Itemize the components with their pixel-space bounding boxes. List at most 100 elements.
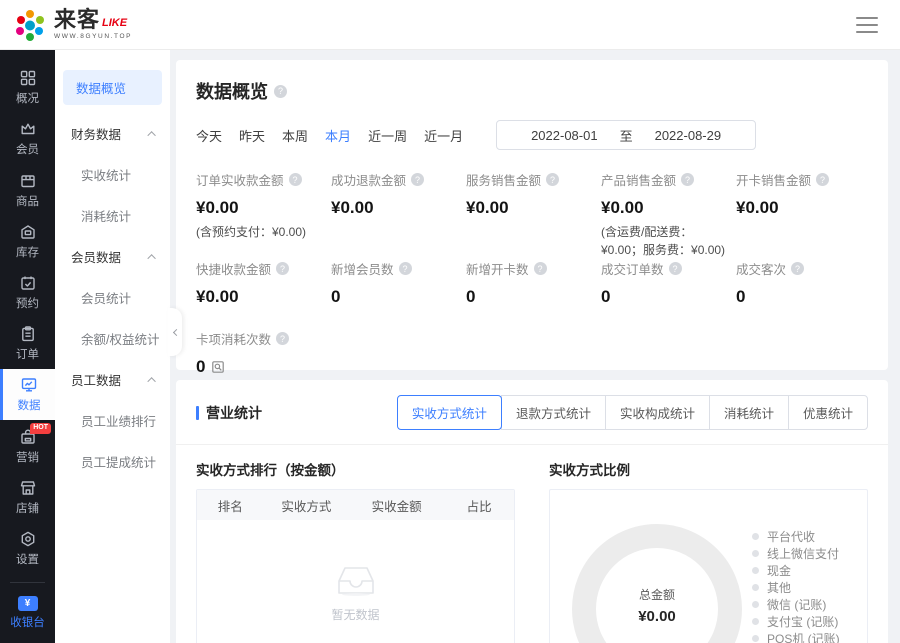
help-icon[interactable] bbox=[399, 262, 412, 275]
quick-filter-last-week[interactable]: 近一周 bbox=[368, 126, 407, 145]
sidebar-item-marketing[interactable]: HOT 营销 bbox=[0, 420, 55, 471]
quick-filter-today[interactable]: 今天 bbox=[196, 126, 222, 145]
sidebar-item-inventory[interactable]: 库存 bbox=[0, 216, 55, 267]
proportion-title: 实收方式比例 bbox=[549, 459, 868, 479]
help-icon[interactable] bbox=[669, 262, 682, 275]
sidebar-item-settings[interactable]: 设置 bbox=[0, 523, 55, 574]
help-icon[interactable] bbox=[816, 173, 829, 186]
column-method: 实收方式 bbox=[264, 496, 350, 515]
column-ratio: 占比 bbox=[444, 496, 514, 515]
menu-toggle-icon[interactable] bbox=[856, 17, 878, 33]
sidebar-item-label: 收银台 bbox=[10, 614, 45, 630]
data-overview-card: 数据概览 今天 昨天 本周 本月 近一周 近一月 2022-08-01 至 20… bbox=[176, 60, 888, 370]
submenu-item-member-stats[interactable]: 会员统计 bbox=[55, 277, 170, 318]
tab-discount[interactable]: 优惠统计 bbox=[788, 395, 868, 430]
tab-refund-method[interactable]: 退款方式统计 bbox=[501, 395, 606, 430]
donut-center-label: 总金额 bbox=[639, 586, 675, 603]
date-end: 2022-08-29 bbox=[655, 128, 722, 143]
hot-badge: HOT bbox=[30, 423, 51, 433]
sidebar-item-orders[interactable]: 订单 bbox=[0, 318, 55, 369]
help-icon[interactable] bbox=[534, 262, 547, 275]
tab-consumption[interactable]: 消耗统计 bbox=[709, 395, 789, 430]
stat-value: 0 bbox=[331, 287, 466, 307]
secondary-sidebar: 数据概览 财务数据 实收统计 消耗统计 会员数据 会员统计 余额/权益统计 员工… bbox=[55, 50, 170, 643]
sidebar-collapse-handle[interactable] bbox=[168, 308, 182, 356]
legend-item[interactable]: 其他 bbox=[752, 581, 840, 593]
stat-order-income: 订单实收款金额 ¥0.00 (含预约支付：¥0.00) bbox=[196, 170, 331, 259]
stat-value: ¥0.00 bbox=[196, 198, 331, 218]
legend-item[interactable]: 平台代收 bbox=[752, 530, 840, 542]
stat-product-sales: 产品销售金额 ¥0.00 (含运费/配送费：¥0.00；服务费：¥0.00) bbox=[601, 170, 736, 259]
submenu-group-members[interactable]: 会员数据 bbox=[55, 236, 170, 277]
sidebar-item-shop[interactable]: 店铺 bbox=[0, 472, 55, 523]
help-icon[interactable] bbox=[546, 173, 559, 186]
stat-value: ¥0.00 bbox=[196, 287, 331, 307]
legend-item[interactable]: 支付宝 (记账) bbox=[752, 615, 840, 627]
warehouse-icon bbox=[19, 223, 37, 241]
section-accent-bar bbox=[196, 406, 199, 420]
quick-filter-this-week[interactable]: 本周 bbox=[282, 126, 308, 145]
submenu-item-staff-ranking[interactable]: 员工业绩排行 bbox=[55, 400, 170, 441]
sidebar-item-label: 预约 bbox=[16, 295, 39, 311]
submenu-item-data-overview[interactable]: 数据概览 bbox=[63, 70, 162, 105]
submenu-item-staff-commission[interactable]: 员工提成统计 bbox=[55, 441, 170, 482]
submenu-item-income-stats[interactable]: 实收统计 bbox=[55, 154, 170, 195]
sidebar-item-members[interactable]: 会员 bbox=[0, 113, 55, 164]
quick-filter-this-month[interactable]: 本月 bbox=[325, 126, 351, 145]
stat-value: 0 bbox=[466, 287, 601, 307]
date-start: 2022-08-01 bbox=[531, 128, 598, 143]
legend-item[interactable]: 现金 bbox=[752, 564, 840, 576]
help-icon[interactable] bbox=[276, 332, 289, 345]
help-icon[interactable] bbox=[276, 262, 289, 275]
submenu-item-balance-stats[interactable]: 余额/权益统计 bbox=[55, 318, 170, 359]
section-title: 营业统计 bbox=[206, 403, 262, 423]
submenu-item-consume-stats[interactable]: 消耗统计 bbox=[55, 195, 170, 236]
tab-income-composition[interactable]: 实收构成统计 bbox=[605, 395, 710, 430]
crown-icon bbox=[19, 120, 37, 138]
submenu-group-finance[interactable]: 财务数据 bbox=[55, 113, 170, 154]
sidebar-item-products[interactable]: 商品 bbox=[0, 164, 55, 215]
stat-value: 0 bbox=[736, 287, 868, 307]
page-title: 数据概览 bbox=[196, 78, 268, 104]
legend-dot bbox=[752, 567, 759, 574]
sidebar-item-cashier[interactable]: ¥ 收银台 bbox=[0, 589, 55, 637]
quick-filter-yesterday[interactable]: 昨天 bbox=[239, 126, 265, 145]
help-icon[interactable] bbox=[791, 262, 804, 275]
tab-income-method[interactable]: 实收方式统计 bbox=[397, 395, 502, 430]
donut-chart: 总金额 ¥0.00 平台代收 线上微信支付 现金 其他 微信 (记账) 支付宝 … bbox=[549, 489, 868, 643]
submenu-group-staff[interactable]: 员工数据 bbox=[55, 359, 170, 400]
date-separator: 至 bbox=[620, 126, 633, 145]
help-icon[interactable] bbox=[274, 85, 287, 98]
legend-item[interactable]: POS机 (记账) bbox=[752, 632, 840, 643]
column-rank: 排名 bbox=[197, 496, 264, 515]
business-statistics-card: 营业统计 实收方式统计 退款方式统计 实收构成统计 消耗统计 优惠统计 实收方式… bbox=[176, 380, 888, 643]
legend-dot bbox=[752, 618, 759, 625]
legend-item[interactable]: 微信 (记账) bbox=[752, 598, 840, 610]
sidebar-item-overview[interactable]: 概况 bbox=[0, 62, 55, 113]
chevron-up-icon bbox=[147, 131, 155, 139]
chevron-up-icon bbox=[147, 377, 155, 385]
ranking-table: 排名 实收方式 实收金额 占比 暂无数据 bbox=[196, 489, 515, 643]
empty-inbox-icon bbox=[333, 562, 379, 596]
stat-value: ¥0.00 bbox=[466, 198, 601, 218]
help-icon[interactable] bbox=[411, 173, 424, 186]
stat-value: 0 bbox=[601, 287, 736, 307]
stat-service-sales: 服务销售金额 ¥0.00 bbox=[466, 170, 601, 259]
sidebar-item-bookings[interactable]: 预约 bbox=[0, 267, 55, 318]
stat-quick-payment: 快捷收款金额 ¥0.00 bbox=[196, 259, 331, 325]
sidebar-item-label: 数据 bbox=[18, 397, 41, 413]
sidebar-item-label: 概况 bbox=[16, 90, 39, 106]
column-amount: 实收金额 bbox=[349, 496, 444, 515]
consume-detail-icon[interactable] bbox=[211, 360, 225, 374]
page: 来客 LIKE WWW.8GYUN.TOP 概况 会员 商品 库存 预约 bbox=[0, 0, 900, 643]
help-icon[interactable] bbox=[681, 173, 694, 186]
legend-item[interactable]: 线上微信支付 bbox=[752, 547, 840, 559]
stat-card-consumption: 卡项消耗次数 0 bbox=[196, 329, 331, 377]
stat-value: ¥0.00 bbox=[736, 198, 868, 218]
clipboard-icon bbox=[19, 325, 37, 343]
help-icon[interactable] bbox=[289, 173, 302, 186]
table-header-row: 排名 实收方式 实收金额 占比 bbox=[197, 490, 514, 520]
quick-filter-last-month[interactable]: 近一月 bbox=[424, 126, 463, 145]
date-range-input[interactable]: 2022-08-01 至 2022-08-29 bbox=[496, 120, 756, 150]
sidebar-item-data[interactable]: 数据 bbox=[0, 369, 55, 420]
